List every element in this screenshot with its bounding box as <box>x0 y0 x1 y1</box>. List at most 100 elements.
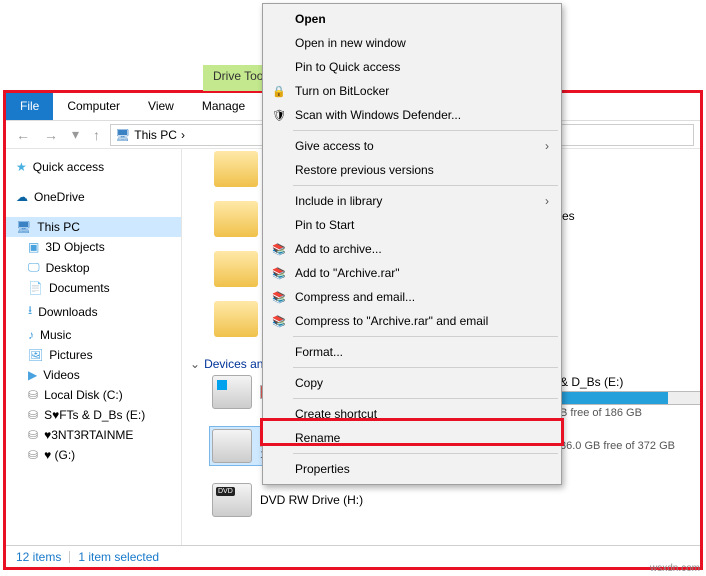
cm-create-shortcut[interactable]: Create shortcut <box>265 402 559 426</box>
drive-icon <box>212 429 252 463</box>
status-sep <box>69 551 70 563</box>
sidebar-item[interactable]: 🖼 Pictures <box>6 345 181 365</box>
cm-give-access[interactable]: Give access to› <box>265 134 559 158</box>
cm-label: Open <box>295 12 326 26</box>
folder-thumb[interactable] <box>214 251 258 287</box>
nav-pane: ★ Quick access ☁ OneDrive 🖥This PC ▣3D Obj… <box>6 149 182 545</box>
cm-separator <box>293 336 558 337</box>
pc-icon: 🖥 <box>16 220 31 234</box>
sidebar-label: OneDrive <box>34 190 85 204</box>
folder-thumb[interactable] <box>214 301 258 337</box>
cm-open-new-window[interactable]: Open in new window <box>265 31 559 55</box>
status-count: 12 items <box>16 550 61 564</box>
sidebar-quick-access[interactable]: ★ Quick access <box>6 157 181 177</box>
drive-icon: ⛁ <box>28 408 38 422</box>
chevron-down-icon: ⌄ <box>190 357 200 371</box>
status-bar: 12 items 1 item selected <box>6 545 700 567</box>
pc-icon: 🖥 <box>115 128 130 142</box>
tab-manage[interactable]: Manage <box>188 93 259 120</box>
breadcrumb-this-pc[interactable]: This PC <box>134 128 177 142</box>
cm-format[interactable]: Format... <box>265 340 559 364</box>
cm-add-archive[interactable]: 📚 Add to archive... <box>265 237 559 261</box>
chevron-right-icon: › <box>545 194 549 208</box>
nav-back-icon[interactable]: ← <box>12 127 34 143</box>
sidebar-item[interactable]: ▶Videos <box>6 365 181 385</box>
star-icon: ★ <box>16 160 27 174</box>
pictures-icon: 🖼 <box>28 348 43 362</box>
sidebar-label: Quick access <box>33 160 104 174</box>
sidebar-item[interactable]: ⛁♥ (G:) <box>6 445 181 465</box>
sidebar-item[interactable]: ⛁♥3NT3RTAINME <box>6 425 181 445</box>
sidebar-this-pc[interactable]: 🖥This PC <box>6 217 181 237</box>
tab-computer[interactable]: Computer <box>53 93 134 120</box>
winrar-icon: 📚 <box>271 241 287 257</box>
drive-icon: ⛁ <box>28 388 38 402</box>
drive-h[interactable]: DVD RW Drive (H:) <box>212 483 422 517</box>
cm-label: Add to "Archive.rar" <box>295 266 400 280</box>
desktop-icon: 🖵 <box>28 260 40 275</box>
nav-forward-icon[interactable]: → <box>40 127 62 143</box>
tab-view[interactable]: View <box>134 93 188 120</box>
folder-thumb[interactable] <box>214 151 258 187</box>
sidebar-label: Local Disk (C:) <box>44 388 123 402</box>
sidebar-label: ♥ (G:) <box>44 448 75 462</box>
cube-icon: ▣ <box>28 240 39 254</box>
cm-label: Turn on BitLocker <box>295 84 389 98</box>
cm-label: Include in library <box>295 194 382 208</box>
cm-label: Pin to Quick access <box>295 60 400 74</box>
cm-pin-quick-access[interactable]: Pin to Quick access <box>265 55 559 79</box>
cm-properties[interactable]: Properties <box>265 457 559 481</box>
drive-icon: ⛁ <box>28 428 38 442</box>
cm-label: Compress to "Archive.rar" and email <box>295 314 488 328</box>
sidebar-item[interactable]: ♪ Music <box>6 325 181 345</box>
tab-file[interactable]: File <box>6 93 53 120</box>
watermark: wsxdn.com <box>650 563 700 574</box>
cm-copy[interactable]: Copy <box>265 371 559 395</box>
cm-rename[interactable]: Rename <box>265 426 559 450</box>
winrar-icon: 📚 <box>271 289 287 305</box>
cm-restore-versions[interactable]: Restore previous versions <box>265 158 559 182</box>
winrar-icon: 📚 <box>271 265 287 281</box>
drive-name: & D_Bs (E:) <box>560 375 700 389</box>
drive-icon <box>212 375 252 409</box>
cm-include-library[interactable]: Include in library › <box>265 189 559 213</box>
cm-label: Pin to Start <box>295 218 354 232</box>
sidebar-item[interactable]: 📄Documents <box>6 278 181 298</box>
sidebar-label: Pictures <box>49 348 92 362</box>
cm-label: Properties <box>295 462 350 476</box>
shield-icon: 🛡 <box>271 107 287 123</box>
nav-recent-icon[interactable]: ▾ <box>68 126 83 143</box>
sidebar-item[interactable]: ⛁S♥FTs & D_Bs (E:) <box>6 405 181 425</box>
cm-label: Compress and email... <box>295 290 415 304</box>
documents-icon: 📄 <box>28 281 43 295</box>
storage-bar <box>560 391 700 405</box>
sidebar-item[interactable]: ▣3D Objects <box>6 237 181 257</box>
context-menu: Open Open in new window Pin to Quick acc… <box>262 3 562 485</box>
cloud-icon: ☁ <box>16 190 28 204</box>
bitlocker-icon: 🔒 <box>271 83 287 99</box>
folder-thumb[interactable] <box>214 201 258 237</box>
cm-bitlocker[interactable]: 🔒 Turn on BitLocker <box>265 79 559 103</box>
sidebar-item[interactable]: 🖵Desktop <box>6 257 181 278</box>
sidebar-item[interactable]: ⛁ Local Disk (C:) <box>6 385 181 405</box>
nav-up-icon[interactable]: ↑ <box>89 127 104 143</box>
cm-label: Rename <box>295 431 340 445</box>
sidebar-onedrive[interactable]: ☁ OneDrive <box>6 187 181 207</box>
cm-label: Open in new window <box>295 36 406 50</box>
cm-compress-rar-email[interactable]: 📚Compress to "Archive.rar" and email <box>265 309 559 333</box>
music-icon: ♪ <box>28 328 34 342</box>
sidebar-label: Music <box>40 328 71 342</box>
cm-separator <box>293 185 558 186</box>
drive-sub: 36.0 GB free of 372 GB <box>560 440 700 452</box>
cm-label: Add to archive... <box>295 242 382 256</box>
cm-label: Copy <box>295 376 323 390</box>
cm-add-rar[interactable]: 📚 Add to "Archive.rar" <box>265 261 559 285</box>
cm-open[interactable]: Open <box>265 7 559 31</box>
sidebar-item[interactable]: ⭳Downloads <box>6 298 181 325</box>
text-fragment: es <box>562 209 575 223</box>
cm-windows-defender[interactable]: 🛡Scan with Windows Defender... <box>265 103 559 127</box>
cm-separator <box>293 367 558 368</box>
cm-label: Create shortcut <box>295 407 377 421</box>
cm-compress-email[interactable]: 📚 Compress and email... <box>265 285 559 309</box>
cm-pin-start[interactable]: Pin to Start <box>265 213 559 237</box>
